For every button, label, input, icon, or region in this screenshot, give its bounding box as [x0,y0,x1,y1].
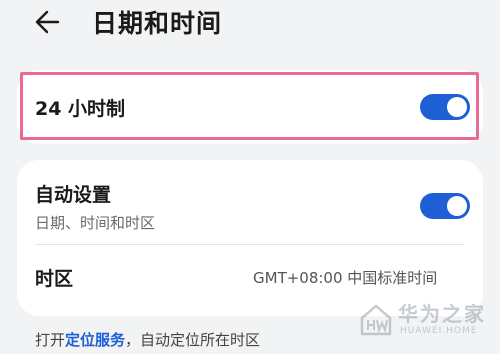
footer-prefix: 打开 [35,331,66,349]
divider [35,244,465,245]
footer-suffix: ，自动定位所在时区 [125,331,261,349]
huawei-home-logo-icon [360,304,392,336]
auto-set-toggle[interactable] [420,193,470,219]
timezone-label: 时区 [35,268,74,290]
watermark-title: 华为之家 [398,302,486,326]
watermark: 华为之家 HUAWEI.HOME [358,296,496,346]
hour24-label: 24 小时制 [35,98,126,120]
footer-note: 打开定位服务，自动定位所在时区 [35,329,260,350]
back-button[interactable] [30,4,70,40]
toggle-knob [447,97,467,117]
toggle-knob [447,196,467,216]
watermark-subtitle: HUAWEI.HOME [400,326,478,336]
timezone-value: GMT+08:00 中国标准时间 [253,269,438,287]
arrow-left-icon [35,10,60,34]
auto-set-subtitle: 日期、时间和时区 [35,214,156,232]
page-title: 日期和时间 [92,9,223,38]
hour24-toggle[interactable] [420,94,470,120]
auto-set-label: 自动设置 [35,184,112,206]
location-service-link[interactable]: 定位服务 [65,331,125,349]
top-bar: 日期和时间 [0,0,500,60]
